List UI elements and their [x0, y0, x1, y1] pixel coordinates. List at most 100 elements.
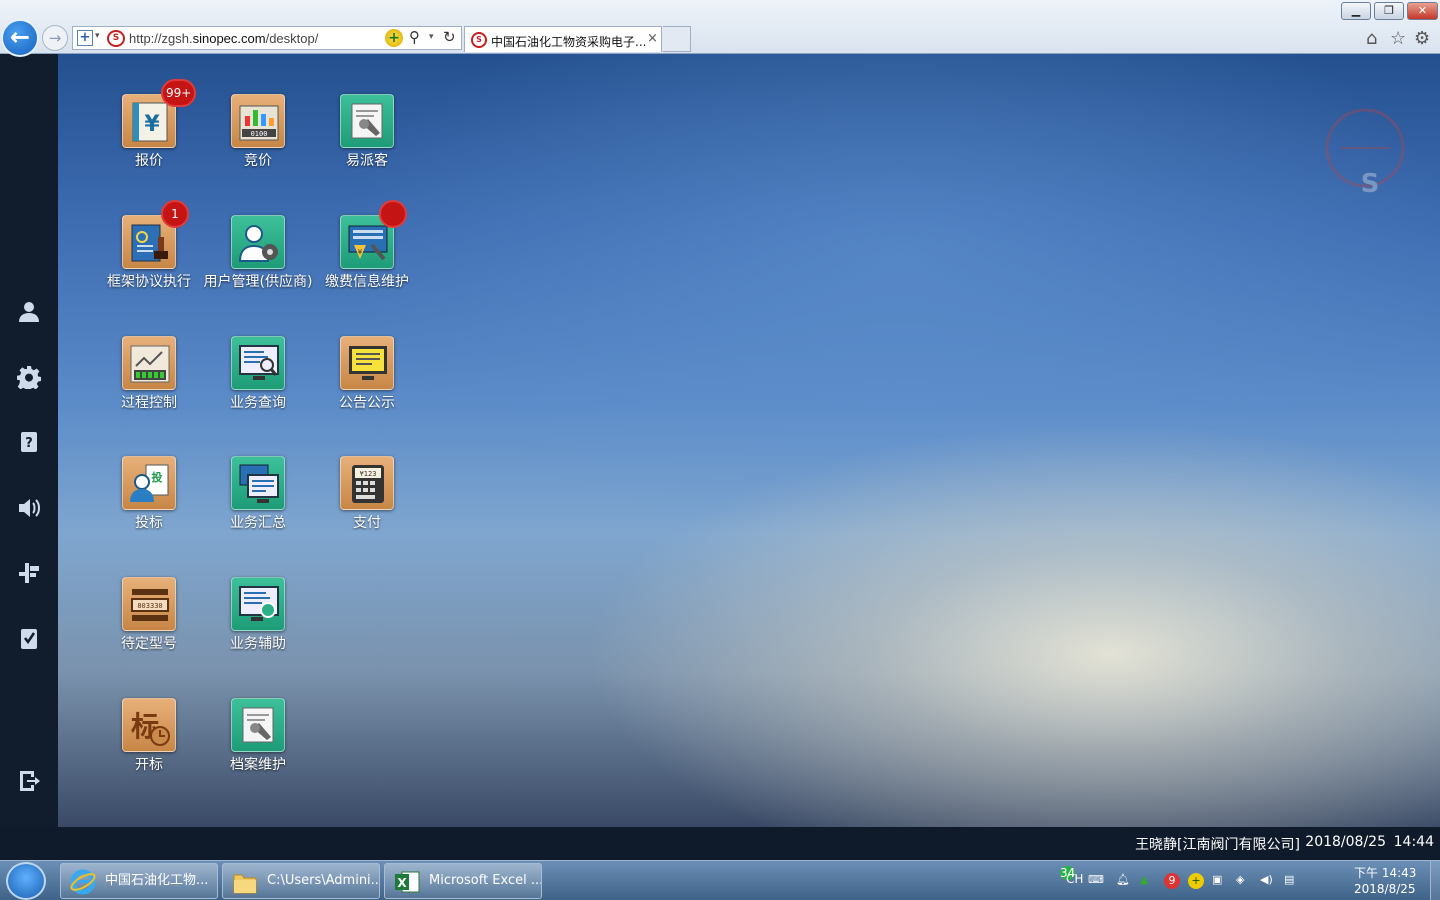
addon-icon[interactable]: + [385, 29, 403, 47]
app-tile[interactable]: 803330 [122, 577, 176, 631]
bar-chart-counter-icon: 0100 [239, 105, 279, 141]
app-tile[interactable] [231, 215, 285, 269]
keyboard-icon[interactable]: ⌨ [1088, 873, 1104, 889]
show-desktop-button[interactable] [1430, 861, 1440, 900]
app-label: 业务辅助 [230, 636, 286, 652]
taskbar-item-excel[interactable]: X Microsoft Excel ... [384, 863, 542, 899]
usb-icon[interactable]: ▣ [1212, 873, 1228, 889]
app-process-chart[interactable]: 过程控制 [94, 336, 204, 412]
ie-icon [70, 869, 96, 895]
app-tile[interactable]: ¥99+ [122, 79, 197, 148]
app-tile[interactable] [340, 336, 394, 390]
monitor-search-icon [239, 345, 279, 380]
forward-button[interactable]: → [42, 25, 68, 51]
app-tile[interactable]: 1 [122, 200, 189, 269]
app-bar-chart-counter[interactable]: 0100 竞价 [203, 94, 313, 170]
address-url[interactable]: http://zgsh.sinopec.com/desktop/ [129, 31, 318, 46]
notification-badge: 1 [161, 200, 189, 228]
security-icon[interactable]: 9 [1164, 873, 1180, 889]
app-tile[interactable]: ¥ • [340, 200, 407, 269]
app-label: 用户管理(供应商) [203, 274, 313, 290]
stamp-book-icon [131, 224, 168, 262]
folder-icon [233, 874, 257, 894]
app-stamp-book[interactable]: 1 框架协议执行 [94, 200, 204, 291]
tools-gear-icon[interactable]: ⚙ [1414, 28, 1430, 49]
clock-date[interactable]: 2018/8/25 [1354, 882, 1416, 896]
bid-open-clock-icon: 标 [131, 710, 170, 746]
sinopec-watermark-logo: S [1325, 108, 1405, 198]
app-tile[interactable] [122, 336, 176, 390]
shield-icon[interactable]: ◈ [1236, 873, 1252, 889]
back-button[interactable]: ← [1, 19, 39, 57]
taskbar-item-label: Microsoft Excel ... [429, 873, 542, 888]
app-monitor-search[interactable]: 业务查询 [203, 336, 313, 412]
taskbar-item-label: 中国石油化工物... [105, 873, 209, 888]
app-user-gear[interactable]: 用户管理(供应商) [203, 215, 313, 291]
process-chart-icon [130, 345, 170, 383]
new-tab-button[interactable] [663, 26, 691, 52]
settings-gear-icon[interactable] [14, 365, 44, 395]
app-tile[interactable] [231, 698, 285, 752]
app-tile[interactable] [231, 577, 285, 631]
app-tile[interactable] [340, 94, 394, 148]
app-label: 过程控制 [121, 395, 177, 411]
app-tile[interactable]: 投 [122, 456, 176, 510]
ledger-yen-icon: ¥ [132, 102, 168, 142]
volume-icon[interactable] [14, 496, 44, 526]
excel-icon: X [395, 871, 420, 893]
app-monitor-refresh[interactable]: 业务辅助 [203, 577, 313, 653]
layout-icon[interactable] [14, 561, 44, 591]
compat-shield-icon[interactable]: + [77, 30, 93, 46]
app-tile[interactable]: 标 [122, 698, 176, 752]
app-pos-terminal[interactable]: ¥123 支付 [312, 456, 422, 532]
app-tile[interactable]: ¥123 [340, 456, 394, 510]
taskbar-item-explorer[interactable]: C:\Users\Admini... [222, 863, 380, 899]
app-notice-monitor[interactable]: 公告公示 [312, 336, 422, 412]
app-model-code[interactable]: 803330 待定型号 [94, 577, 204, 653]
notification-bell-icon[interactable]: 🔔︎ [1116, 873, 1132, 889]
app-document-wrench[interactable]: 易派客 [312, 94, 422, 170]
refresh-icon[interactable]: ↻ [443, 28, 456, 46]
addon-tray-icon[interactable]: + [1188, 873, 1204, 889]
chevron-down-icon[interactable]: ▾ [95, 31, 100, 41]
home-icon[interactable]: ⌂ [1366, 28, 1377, 49]
search-dropdown-icon[interactable]: ▾ [429, 32, 434, 42]
search-icon[interactable]: ⚲ [409, 28, 420, 46]
app-ledger-yen[interactable]: ¥99+ 报价 [94, 79, 204, 170]
taskbar-item-ie[interactable]: 中国石油化工物... [60, 863, 218, 899]
app-tile[interactable]: 0100 [231, 94, 285, 148]
clock-time[interactable]: 下午 14:43 [1354, 864, 1416, 881]
network-icon[interactable]: ▲ [1140, 873, 1156, 889]
current-user: 王晓静[江南阀门有限公司] [1135, 837, 1300, 853]
favorites-star-icon[interactable]: ☆ [1390, 28, 1406, 49]
logout-icon[interactable] [14, 769, 44, 799]
sinopec-favicon-icon: S [471, 32, 487, 48]
speaker-icon[interactable]: ◀) [1260, 873, 1276, 889]
svg-text:X: X [397, 876, 407, 890]
app-label: 公告公示 [339, 395, 395, 411]
app-bid-open-clock[interactable]: 标开标 [94, 698, 204, 774]
minimize-button[interactable]: ▁ [1341, 2, 1371, 20]
app-monitors-stack[interactable]: 业务汇总 [203, 456, 313, 532]
tab-close-icon[interactable]: × [647, 31, 658, 46]
document-wrench-icon [351, 103, 383, 139]
user-icon[interactable] [14, 300, 44, 330]
notice-monitor-icon [349, 346, 387, 380]
network-monitor-icon[interactable]: ▤ [1284, 873, 1300, 889]
app-label: 业务查询 [230, 395, 286, 411]
app-payment-monitor[interactable]: ¥ • 缴费信息维护 [312, 200, 422, 291]
language-indicator[interactable]: CH [1066, 872, 1083, 888]
app-user-bid[interactable]: 投投标 [94, 456, 204, 532]
svg-text:?: ? [25, 436, 33, 451]
app-tile[interactable] [231, 456, 285, 510]
help-book-icon[interactable]: ? [14, 430, 44, 460]
browser-tab[interactable]: S 中国石油化工物资采购电子... × [464, 26, 662, 52]
app-tile[interactable] [231, 336, 285, 390]
start-button[interactable] [6, 862, 46, 900]
maximize-button[interactable]: ❐ [1374, 2, 1404, 20]
app-archive-wrench[interactable]: 档案维护 [203, 698, 313, 774]
notification-badge: • [379, 200, 407, 228]
close-window-button[interactable]: ✕ [1407, 2, 1438, 20]
checklist-icon[interactable] [14, 627, 44, 657]
address-bar[interactable]: + ▾ S http://zgsh.sinopec.com/desktop/ +… [72, 26, 462, 50]
